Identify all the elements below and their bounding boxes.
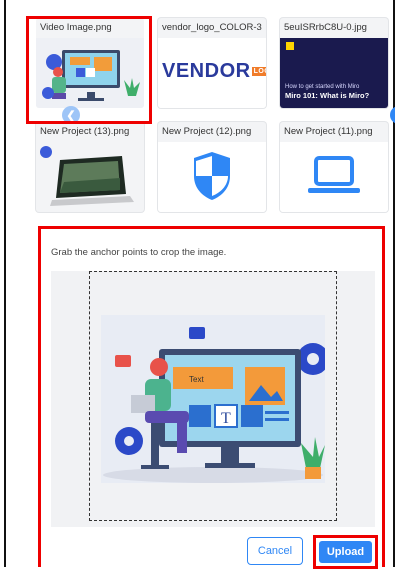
thumbnail-new-project-13[interactable]: New Project (13).png xyxy=(36,122,144,212)
thumbnail-name: New Project (11).png xyxy=(284,126,373,137)
video-caption-line2: Miro 101: What is Miro? xyxy=(285,91,370,100)
thumbnail-name: 5euISRrbC8U-0.jpg xyxy=(284,22,367,33)
upload-button-highlight: Upload xyxy=(313,535,378,569)
cancel-button[interactable]: Cancel xyxy=(247,537,303,565)
thumbnail-vendor-logo[interactable]: vendor_logo_COLOR-3... VENDORLOGO xyxy=(158,18,266,108)
window-left-edge xyxy=(4,0,6,567)
vendor-logo-small: LOGO xyxy=(251,67,266,77)
crop-instruction: Grab the anchor points to crop the image… xyxy=(51,247,227,258)
crop-panel: Grab the anchor points to crop the image… xyxy=(38,226,385,569)
illustration-text-label: Text xyxy=(189,375,204,384)
chevron-right-icon[interactable]: ❯ xyxy=(390,106,395,124)
illustration-letter: T xyxy=(221,410,231,427)
crop-preview-image: Text T xyxy=(101,315,329,483)
thumbnail-name: New Project (12).png xyxy=(162,126,252,137)
thumbnail-name: New Project (13).png xyxy=(40,126,130,137)
thumbnail-image xyxy=(36,142,144,212)
thumbnail-image: VENDORLOGO xyxy=(158,38,266,108)
thumbnail-image: How to get started with Miro Miro 101: W… xyxy=(280,38,388,108)
upload-button[interactable]: Upload xyxy=(319,541,372,563)
crop-stage: Text T xyxy=(51,271,375,527)
thumbnail-miro-video[interactable]: 5euISRrbC8U-0.jpg How to get started wit… xyxy=(280,18,388,108)
thumbnail-new-project-11[interactable]: New Project (11).png xyxy=(280,122,388,212)
selected-thumbnail-highlight xyxy=(26,16,152,124)
laptop-icon xyxy=(280,142,388,212)
shield-icon xyxy=(158,142,266,212)
thumbnail-name: vendor_logo_COLOR-3... xyxy=(162,22,262,33)
thumbnail-new-project-12[interactable]: New Project (12).png xyxy=(158,122,266,212)
vendor-logo-text: VENDOR xyxy=(162,60,251,82)
video-caption-line1: How to get started with Miro xyxy=(285,84,360,90)
